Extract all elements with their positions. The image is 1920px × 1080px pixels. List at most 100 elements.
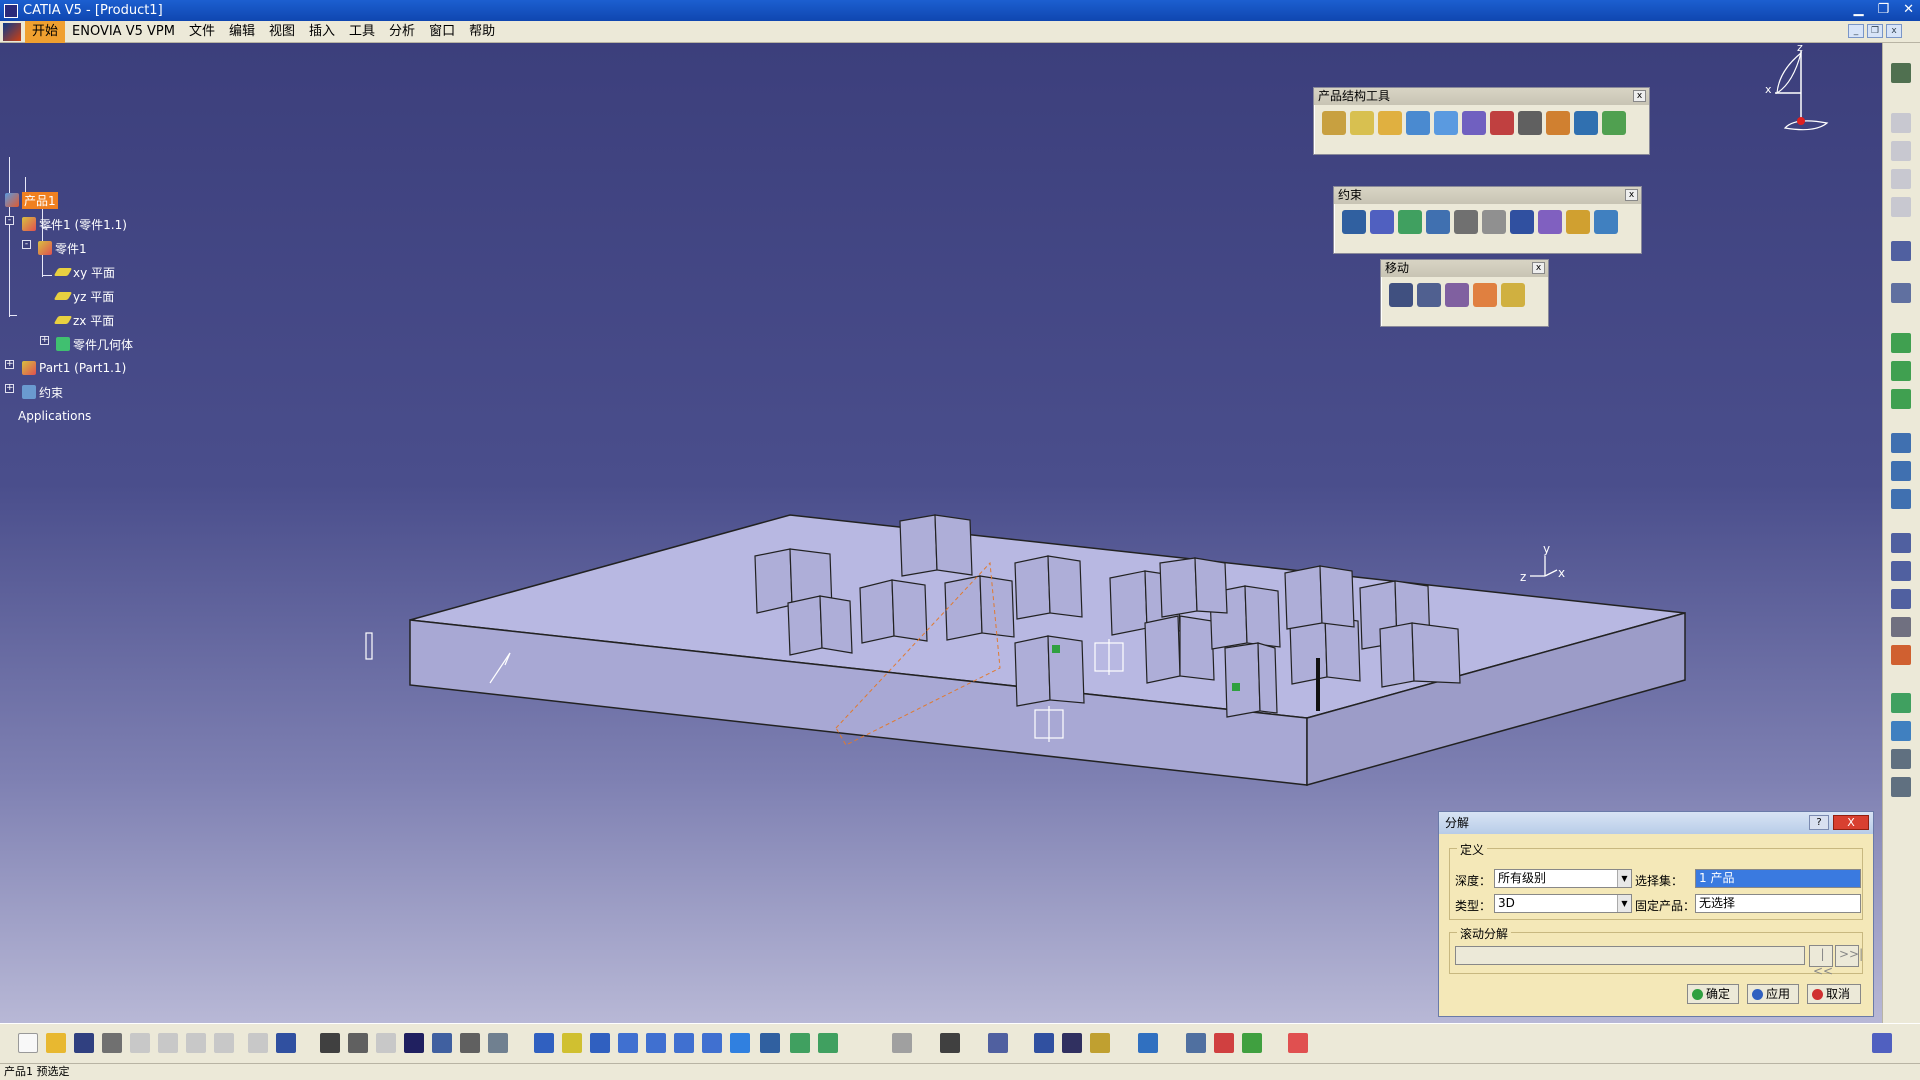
insert-component-icon[interactable]	[1891, 361, 1911, 381]
cut-icon[interactable]	[130, 1033, 150, 1053]
space-analysis-icon[interactable]	[1891, 283, 1911, 303]
close-icon[interactable]: x	[1625, 189, 1638, 201]
compare-icon[interactable]	[1034, 1033, 1054, 1053]
fix-component-icon[interactable]	[1454, 210, 1478, 234]
menu-insert[interactable]: 插入	[302, 21, 342, 43]
fixed-product-field[interactable]: 无选择	[1695, 894, 1861, 913]
graph-tree-reordering-icon[interactable]	[1490, 111, 1514, 135]
multi-instantiation-icon[interactable]	[1602, 111, 1626, 135]
help-button[interactable]: ?	[1809, 815, 1829, 830]
flag-note-icon[interactable]	[1891, 589, 1911, 609]
explode-slider[interactable]	[1455, 946, 1805, 965]
close-icon[interactable]: x	[1633, 90, 1646, 102]
compass-icon[interactable]: z x	[1755, 43, 1835, 133]
new-file-icon[interactable]	[18, 1033, 38, 1053]
existing-component-positioning-icon[interactable]	[1434, 111, 1458, 135]
weld-icon[interactable]	[1891, 617, 1911, 637]
type-select[interactable]: 3D ▼	[1494, 894, 1632, 913]
plane-view-icon[interactable]	[1138, 1033, 1158, 1053]
ok-button[interactable]: 确定	[1687, 984, 1739, 1004]
copy-icon[interactable]	[158, 1033, 178, 1053]
catalog-icon[interactable]	[1891, 333, 1911, 353]
generate-numbering-icon[interactable]	[1518, 111, 1542, 135]
fly-mode-icon[interactable]	[534, 1033, 554, 1053]
text-icon[interactable]	[1891, 561, 1911, 581]
light-icon[interactable]	[376, 1033, 396, 1053]
menu-analysis[interactable]: 分析	[382, 21, 422, 43]
undo-icon[interactable]	[214, 1033, 234, 1053]
menu-file[interactable]: 文件	[182, 21, 222, 43]
quick-constraint-icon[interactable]	[1510, 210, 1534, 234]
select-arrow-icon[interactable]	[1891, 241, 1911, 261]
render-icon[interactable]	[1242, 1033, 1262, 1053]
chevron-down-icon[interactable]: ▼	[1617, 895, 1631, 912]
chevron-down-icon[interactable]: ▼	[1617, 870, 1631, 887]
tree-expansion-icon[interactable]	[432, 1033, 452, 1053]
menu-help[interactable]: 帮助	[462, 21, 502, 43]
apply-button[interactable]: 应用	[1747, 984, 1799, 1004]
restore-button[interactable]: ❐	[1877, 2, 1889, 17]
catia-logo-icon[interactable]	[3, 22, 21, 41]
manage-representations-icon[interactable]	[1574, 111, 1598, 135]
bill-of-material-icon[interactable]	[1891, 389, 1911, 409]
depth-select[interactable]: 所有级别 ▼	[1494, 869, 1632, 888]
scene-icon[interactable]	[1891, 645, 1911, 665]
smart-move-icon[interactable]	[1501, 283, 1525, 307]
iso-view-icon[interactable]	[730, 1033, 750, 1053]
explode-icon[interactable]	[1445, 283, 1469, 307]
comment-icon[interactable]	[348, 1033, 368, 1053]
grid-snap-icon[interactable]	[1288, 1033, 1308, 1053]
grid-icon[interactable]	[404, 1033, 424, 1053]
angle-constraint-icon[interactable]	[1426, 210, 1450, 234]
existing-component-icon[interactable]	[1406, 111, 1430, 135]
shading-icon[interactable]	[760, 1033, 780, 1053]
redo-icon[interactable]	[248, 1033, 268, 1053]
product-settings-icon[interactable]	[1891, 63, 1911, 83]
coincidence-constraint-icon[interactable]	[1342, 210, 1366, 234]
disabled-tool-icon[interactable]	[1891, 197, 1911, 217]
disabled-tool-icon[interactable]	[1891, 141, 1911, 161]
close-button[interactable]: ✕	[1903, 2, 1914, 17]
selective-load-icon[interactable]	[1546, 111, 1570, 135]
new-part-icon[interactable]	[1378, 111, 1402, 135]
print-icon[interactable]	[102, 1033, 122, 1053]
mdi-minimize-button[interactable]: _	[1848, 24, 1864, 38]
bottle-icon[interactable]	[1090, 1033, 1110, 1053]
scan-icon[interactable]	[488, 1033, 508, 1053]
menu-tools[interactable]: 工具	[342, 21, 382, 43]
mdi-close-button[interactable]: x	[1886, 24, 1902, 38]
zoom-in-icon[interactable]	[646, 1033, 666, 1053]
disabled-tool-icon[interactable]	[1891, 113, 1911, 133]
open-folder-icon[interactable]	[46, 1033, 66, 1053]
compute-icon[interactable]	[1891, 777, 1911, 797]
minimize-button[interactable]: ▁	[1853, 2, 1863, 17]
flexible-rigid-icon[interactable]	[1538, 210, 1562, 234]
stop-manipulate-on-clash-icon[interactable]	[1473, 283, 1497, 307]
change-constraint-icon[interactable]	[1566, 210, 1590, 234]
annotation-icon[interactable]	[1891, 533, 1911, 553]
cancel-button[interactable]: 取消	[1807, 984, 1861, 1004]
new-component-icon[interactable]	[1322, 111, 1346, 135]
fit-all-icon[interactable]	[562, 1033, 582, 1053]
toolbar-caption[interactable]: 移动 x	[1381, 260, 1548, 277]
product-navigation-icon[interactable]	[988, 1033, 1008, 1053]
menu-edit[interactable]: 编辑	[222, 21, 262, 43]
device-icon[interactable]	[1062, 1033, 1082, 1053]
capture-icon[interactable]	[940, 1033, 960, 1053]
knowledge-icon[interactable]	[460, 1033, 480, 1053]
clash-icon[interactable]	[1891, 461, 1911, 481]
selection-field[interactable]: 1 产品	[1695, 869, 1861, 888]
menu-enovia[interactable]: ENOVIA V5 VPM	[65, 21, 182, 43]
menu-start[interactable]: 开始	[25, 20, 66, 43]
replace-component-icon[interactable]	[1462, 111, 1486, 135]
apply-material-icon[interactable]	[1214, 1033, 1234, 1053]
toolbar-caption[interactable]: 约束 x	[1334, 187, 1641, 204]
swap-visible-icon[interactable]	[818, 1033, 838, 1053]
publication-icon[interactable]	[1891, 693, 1911, 713]
menu-view[interactable]: 视图	[262, 21, 302, 43]
offset-constraint-icon[interactable]	[1398, 210, 1422, 234]
menu-window[interactable]: 窗口	[422, 21, 462, 43]
measure-icon[interactable]	[1891, 433, 1911, 453]
close-icon[interactable]: x	[1532, 262, 1545, 274]
mdi-restore-button[interactable]: ❐	[1867, 24, 1883, 38]
